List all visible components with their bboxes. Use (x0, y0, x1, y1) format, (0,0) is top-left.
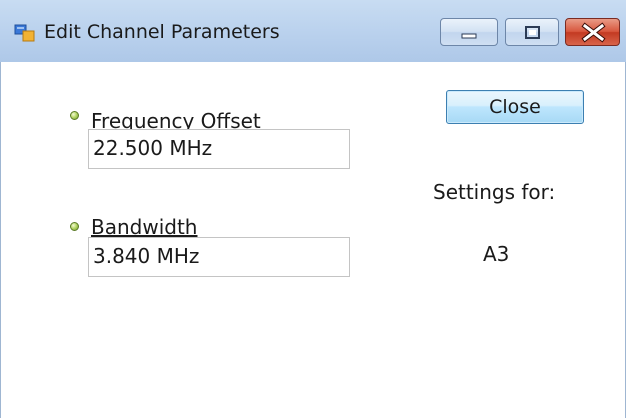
bandwidth-bullet-icon (70, 222, 79, 231)
minimize-button[interactable] (440, 18, 498, 46)
window-title: Edit Channel Parameters (44, 21, 280, 43)
channel-name: A3 (483, 242, 510, 266)
minimize-icon (461, 33, 477, 39)
maximize-button[interactable] (505, 18, 559, 46)
bandwidth-label[interactable]: Bandwidth (91, 215, 197, 239)
frequency-offset-bullet-icon (70, 111, 79, 120)
client-area: Frequency Offset 22.500 MHz Bandwidth 3.… (0, 62, 626, 418)
frequency-offset-field[interactable]: 22.500 MHz (88, 129, 350, 169)
close-icon (581, 22, 606, 43)
edit-channel-window: Edit Channel Parameters Frequency Offset… (0, 0, 626, 418)
title-bar[interactable]: Edit Channel Parameters (0, 0, 626, 62)
app-icon (14, 24, 35, 42)
close-window-button[interactable] (565, 18, 620, 46)
maximize-icon (525, 26, 540, 39)
close-button[interactable]: Close (446, 90, 584, 124)
settings-for-label: Settings for: (433, 180, 556, 204)
bandwidth-field[interactable]: 3.840 MHz (88, 237, 350, 277)
